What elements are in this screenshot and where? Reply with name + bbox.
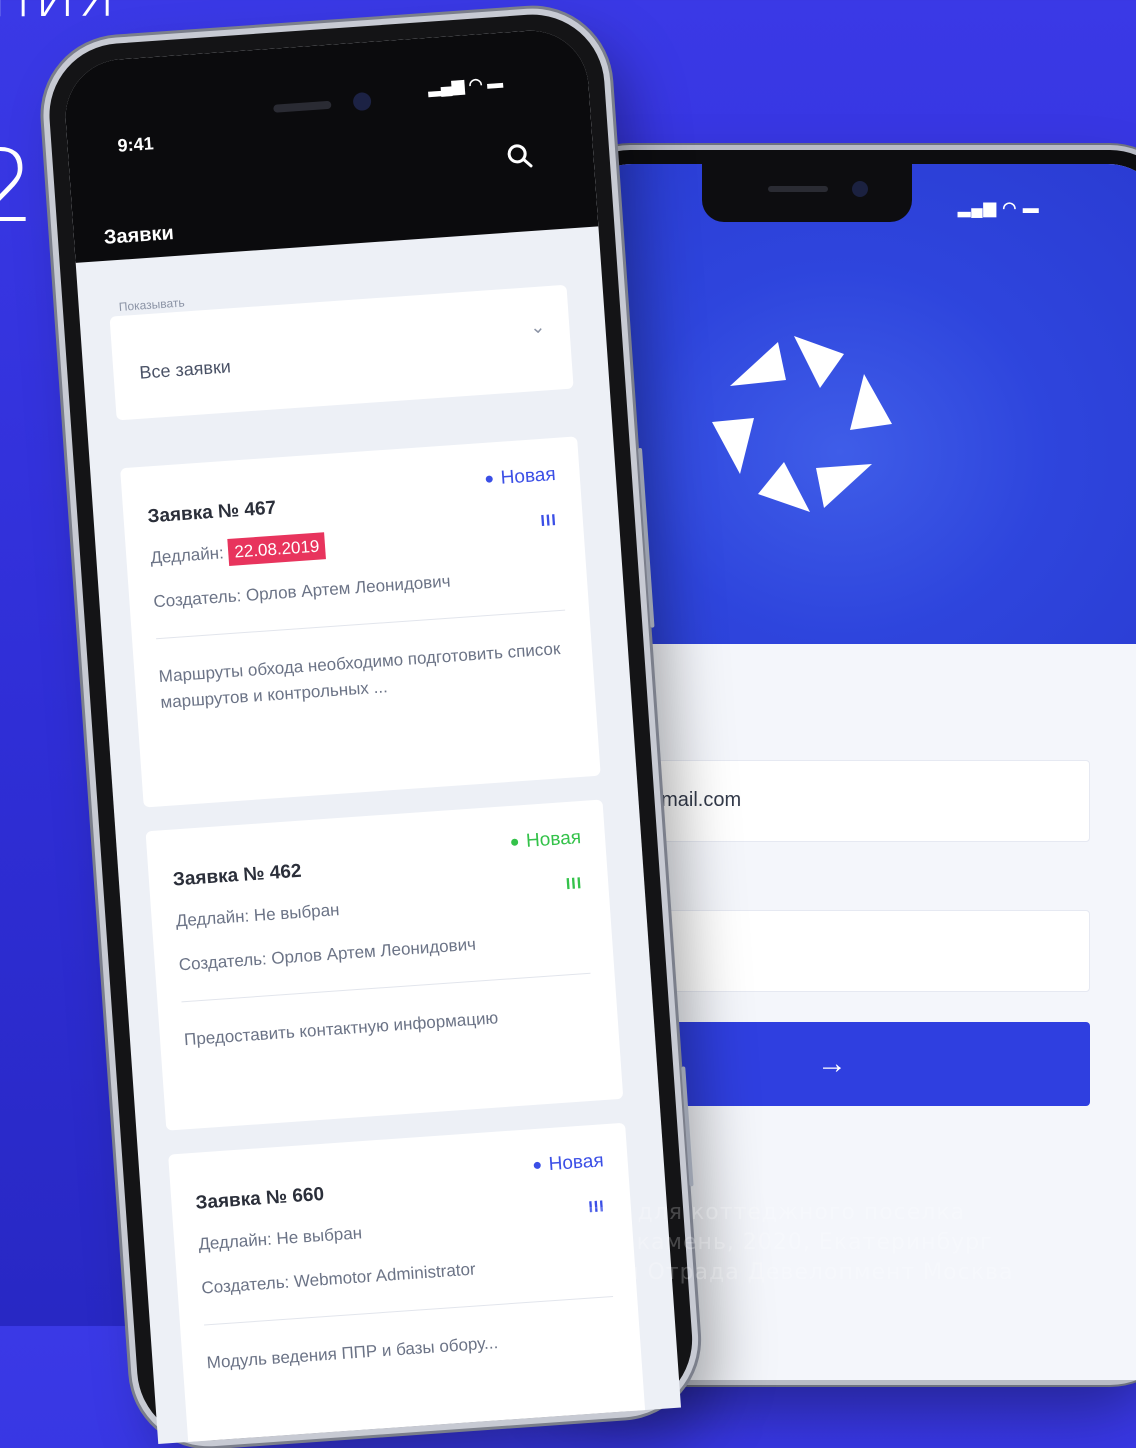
filter-selected-value: Все заявки: [138, 356, 232, 383]
creator-name: Webmotor Administrator: [293, 1259, 477, 1292]
app-header: 9:41 ▂▄▆ ◠ ▬ Заявки: [61, 26, 599, 263]
creator-name: Орлов Артем Леонидович: [270, 934, 477, 968]
deadline-label: Дедлайн:: [197, 1229, 273, 1254]
status-text: Новая: [499, 463, 557, 489]
card-divider: [156, 609, 566, 640]
deadline-value: Не выбран: [253, 900, 341, 926]
request-creator: Создатель: Орлов Артем Леонидович: [178, 935, 476, 976]
status-badge: Новая: [485, 464, 556, 491]
status-dot-icon: [510, 838, 519, 847]
request-description: Маршруты обхода необходимо подготовить с…: [158, 639, 561, 713]
hero-title-line1: ния: [0, 0, 118, 32]
creator-label: Создатель:: [178, 949, 268, 975]
deadline-value: Не выбран: [275, 1223, 363, 1249]
caption-line-3: Сайт для Отрада Девелопмент Москва: [526, 1260, 1014, 1285]
caption-line-1: Логотип для коттеджного поселка: [526, 1200, 966, 1225]
request-card[interactable]: Заявка № 462 Дедлайн: Не выбран Создател…: [145, 799, 624, 1131]
app-logo-icon: [712, 336, 892, 512]
front-camera: [852, 181, 868, 197]
request-creator: Создатель: Webmotor Administrator: [201, 1259, 476, 1298]
page-title: Заявки: [103, 222, 175, 249]
speaker-grille: [273, 100, 332, 113]
status-text: Новая: [547, 1150, 605, 1176]
search-icon[interactable]: [504, 141, 534, 178]
request-description: Предоставить контактную информацию: [183, 1008, 499, 1050]
creator-label: Создатель:: [200, 1272, 290, 1298]
phone-side-button: [681, 1066, 694, 1187]
priority-indicator: III: [539, 511, 558, 531]
status-bar-icons: ▂▄▆ ◠ ▬: [958, 200, 1040, 217]
creator-label: Создатель:: [152, 586, 242, 612]
request-title: Заявка № 467: [146, 497, 277, 528]
deadline-label: Дедлайн:: [175, 906, 250, 931]
status-time: 9:41: [116, 133, 155, 156]
request-title: Заявка № 660: [194, 1183, 325, 1214]
request-deadline: Дедлайн: Не выбран: [175, 900, 340, 931]
request-title: Заявка № 462: [172, 860, 303, 891]
request-deadline: Дедлайн: Не выбран: [198, 1223, 363, 1254]
chevron-down-icon: ⌄: [529, 316, 546, 338]
request-creator: Создатель: Орлов Артем Леонидович: [153, 572, 451, 613]
status-bar-icons: ▂▄▆ ◠ ▬: [427, 74, 504, 97]
request-deadline: Дедлайн: 22.08.2019: [149, 532, 327, 568]
speaker-grille: [768, 186, 828, 192]
deadline-label: Дедлайн:: [149, 543, 225, 568]
card-divider: [204, 1295, 614, 1326]
status-dot-icon: [533, 1162, 541, 1170]
request-description: Модуль ведения ППР и базы обору...: [206, 1333, 499, 1373]
caption-line-2: Золотой камень, 2020, Екатеринбург: [526, 1230, 993, 1255]
deadline-badge: 22.08.2019: [227, 532, 327, 566]
front-camera: [352, 91, 372, 112]
request-card[interactable]: Заявка № 467 Дедлайн: 22.08.2019 Создате…: [120, 436, 601, 808]
card-divider: [181, 972, 591, 1003]
list-phone-mockup: 9:41 ▂▄▆ ◠ ▬ Заявки Показывать Все заявк…: [1, 8, 713, 1446]
creator-name: Орлов Артем Леонидович: [245, 571, 452, 605]
arrow-right-icon: →: [817, 1047, 847, 1080]
status-dot-icon: [485, 475, 494, 484]
phone-notch: [702, 164, 912, 222]
status-text: Новая: [525, 827, 582, 852]
status-badge: Новая: [510, 827, 582, 854]
overlay-caption: Логотип для коттеджного поселка Золотой …: [526, 1198, 1012, 1285]
priority-indicator: III: [565, 875, 583, 894]
status-badge: Новая: [533, 1150, 604, 1177]
